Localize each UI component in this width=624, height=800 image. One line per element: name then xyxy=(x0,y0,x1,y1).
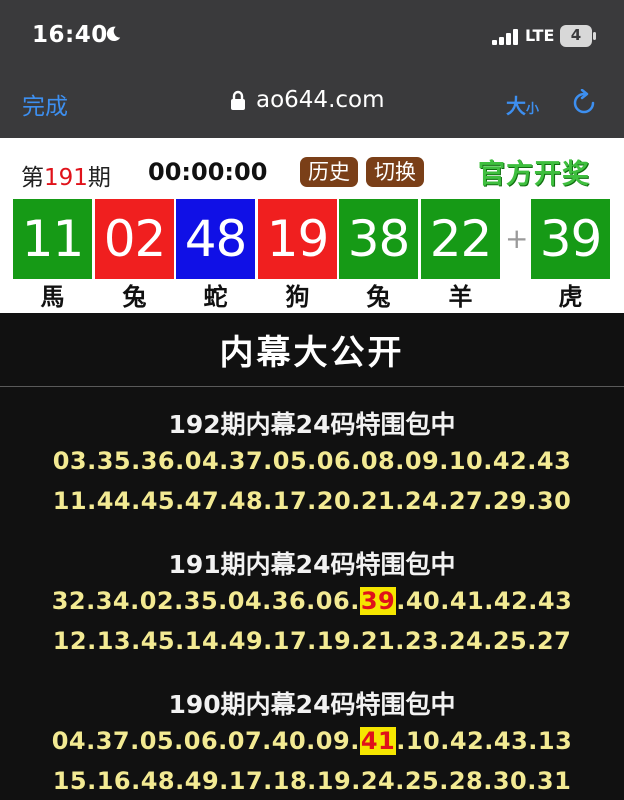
prediction-line-190-2: 15.16.48.49.17.18.19.24.25.28.30.31 xyxy=(52,767,572,795)
numbers-before-hit: 04.37.05.06.07.40.09. xyxy=(51,727,360,755)
switch-button[interactable]: 切换 xyxy=(366,157,424,187)
prediction-line-191-1: 32.34.02.35.04.36.06.39.40.41.42.43 xyxy=(0,587,624,615)
hit-number-highlight: 39 xyxy=(359,587,397,615)
draw-ball-3: 48 xyxy=(176,199,255,279)
history-button[interactable]: 历史 xyxy=(300,157,358,187)
zodiac-label-4: 狗 xyxy=(285,283,310,311)
moon-icon xyxy=(106,26,121,42)
period-prefix: 第 xyxy=(21,165,44,191)
reload-icon[interactable] xyxy=(570,89,598,117)
section-heading: 内幕大公开 xyxy=(219,333,405,373)
lock-icon xyxy=(231,90,245,110)
hit-number-highlight: 41 xyxy=(359,727,397,755)
signal-icon xyxy=(492,29,518,45)
text-size-small: 小 xyxy=(526,102,540,117)
prediction-line-191-2: 12.13.45.14.49.17.19.21.23.24.25.27 xyxy=(52,627,572,655)
period-label: 第191期 xyxy=(21,158,111,192)
status-time: 16:40 xyxy=(32,22,108,48)
prediction-title-191: 191期内幕24码特围包中 xyxy=(168,550,456,579)
done-button[interactable]: 完成 xyxy=(22,87,68,121)
draw-ball-6: 22 xyxy=(421,199,500,279)
draw-ball-special: 39 xyxy=(531,199,610,279)
prediction-line-192-1: 03.35.36.04.37.05.06.08.09.10.42.43 xyxy=(52,447,572,475)
prediction-title-192: 192期内幕24码特围包中 xyxy=(168,410,456,439)
draw-ball-2: 02 xyxy=(95,199,174,279)
draw-ball-4: 19 xyxy=(258,199,337,279)
prediction-line-192-2: 11.44.45.47.48.17.20.21.24.27.29.30 xyxy=(52,487,572,515)
text-size-big: 大 xyxy=(506,94,526,118)
period-suffix: 期 xyxy=(87,165,111,191)
countdown-timer: 00:00:00 xyxy=(148,158,268,186)
draw-ball-5: 38 xyxy=(339,199,418,279)
draw-result-panel: 第191期 00:00:00 历史 切换 官方开奖 11 02 48 19 38… xyxy=(0,138,624,313)
period-number: 191 xyxy=(44,165,88,191)
text-size-button[interactable]: 大小 xyxy=(506,90,539,119)
browser-chrome: 16:40 LTE 4 完成 ao644.com 大小 xyxy=(0,0,624,138)
zodiac-label-special: 虎 xyxy=(558,283,583,311)
zodiac-label-3: 蛇 xyxy=(203,283,228,311)
divider xyxy=(0,386,624,387)
numbers-before-hit: 32.34.02.35.04.36.06. xyxy=(51,587,360,615)
zodiac-label-1: 馬 xyxy=(40,283,65,311)
special-plus-sign: + xyxy=(505,222,529,255)
draw-ball-1: 11 xyxy=(13,199,92,279)
numbers-after-hit: .40.41.42.43 xyxy=(396,587,573,615)
zodiac-label-2: 兔 xyxy=(122,283,147,311)
network-label: LTE xyxy=(525,26,555,45)
official-draw-logo: 官方开奖 xyxy=(478,159,590,190)
zodiac-label-6: 羊 xyxy=(448,283,473,311)
prediction-line-190-1: 04.37.05.06.07.40.09.41.10.42.43.13 xyxy=(0,727,624,755)
url-field[interactable]: ao644.com xyxy=(256,87,385,113)
prediction-title-190: 190期内幕24码特围包中 xyxy=(168,690,456,719)
battery-level: 4 xyxy=(570,26,582,44)
zodiac-label-5: 兔 xyxy=(366,283,391,311)
numbers-after-hit: .10.42.43.13 xyxy=(396,727,573,755)
